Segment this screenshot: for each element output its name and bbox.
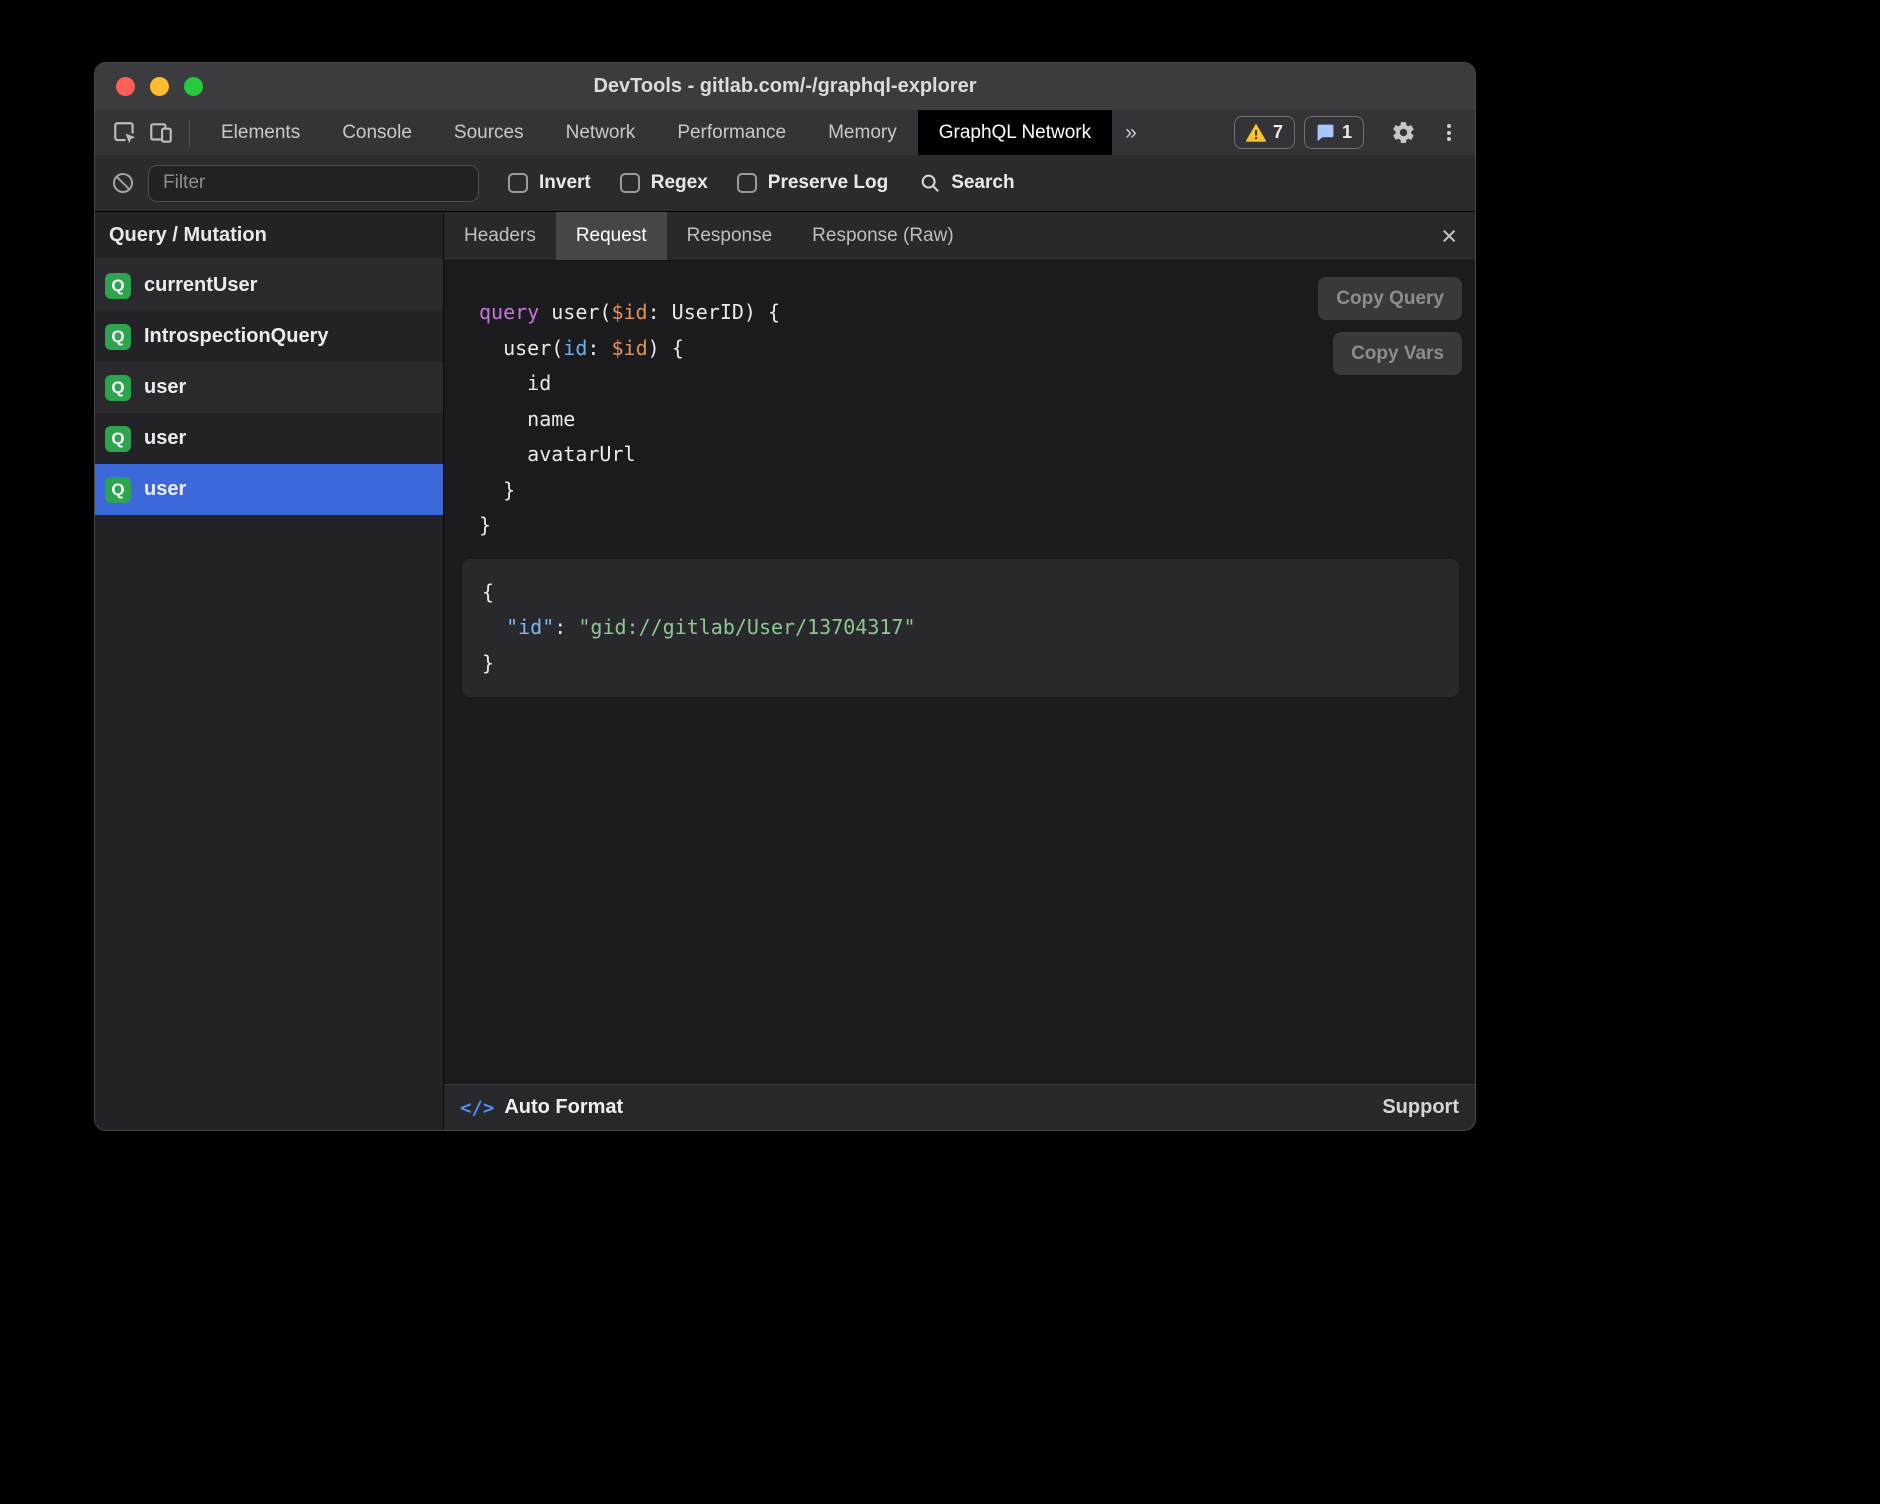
graphql-query-code: query user($id: UserID) { user(id: $id) … bbox=[462, 295, 1459, 544]
list-item-user-3-selected[interactable]: Q user bbox=[95, 464, 443, 515]
search-button[interactable]: Search bbox=[919, 172, 1014, 194]
query-sidebar: Query / Mutation Q currentUser Q Introsp… bbox=[95, 212, 444, 1130]
list-item-label: user bbox=[144, 427, 186, 450]
query-type-badge: Q bbox=[105, 426, 131, 452]
clear-requests-button[interactable] bbox=[111, 171, 135, 195]
tab-request[interactable]: Request bbox=[556, 212, 667, 260]
devtools-toolbar: Elements Console Sources Network Perform… bbox=[95, 110, 1475, 155]
close-detail-icon[interactable]: × bbox=[1441, 223, 1457, 250]
list-item-user-2[interactable]: Q user bbox=[95, 413, 443, 464]
tab-headers[interactable]: Headers bbox=[444, 212, 556, 260]
query-type-badge: Q bbox=[105, 324, 131, 350]
issues-count: 1 bbox=[1342, 122, 1352, 143]
toolbar-right-cluster: 7 1 bbox=[1234, 116, 1475, 149]
sidebar-header: Query / Mutation bbox=[95, 212, 443, 260]
regex-label: Regex bbox=[651, 172, 708, 194]
auto-format-label: Auto Format bbox=[504, 1096, 623, 1119]
tab-console[interactable]: Console bbox=[321, 110, 433, 155]
tab-response-raw[interactable]: Response (Raw) bbox=[792, 212, 974, 260]
query-variables-box: { "id": "gid://gitlab/User/13704317"} bbox=[462, 559, 1459, 698]
issues-badge[interactable]: 1 bbox=[1304, 116, 1364, 149]
list-item-label: currentUser bbox=[144, 274, 257, 297]
toolbar-divider bbox=[189, 120, 190, 146]
support-link[interactable]: Support bbox=[1382, 1096, 1459, 1119]
more-options-icon[interactable] bbox=[1441, 118, 1457, 148]
tab-performance[interactable]: Performance bbox=[656, 110, 807, 155]
settings-button[interactable] bbox=[1391, 120, 1416, 145]
device-toolbar-button[interactable] bbox=[143, 115, 179, 151]
tab-response[interactable]: Response bbox=[667, 212, 793, 260]
list-item-user-1[interactable]: Q user bbox=[95, 362, 443, 413]
warnings-badge[interactable]: 7 bbox=[1234, 116, 1295, 149]
query-type-badge: Q bbox=[105, 375, 131, 401]
window-title: DevTools - gitlab.com/-/graphql-explorer bbox=[95, 63, 1475, 110]
detail-footer: </> Auto Format Support bbox=[444, 1084, 1475, 1130]
filter-input[interactable] bbox=[148, 165, 479, 202]
block-circle-icon bbox=[111, 171, 135, 195]
code-brackets-icon: </> bbox=[460, 1097, 494, 1119]
preserve-log-checkbox-group: Preserve Log bbox=[737, 172, 888, 194]
regex-checkbox-group: Regex bbox=[620, 172, 708, 194]
detail-panel: Headers Request Response Response (Raw) … bbox=[444, 212, 1475, 1130]
list-item-label: user bbox=[144, 478, 186, 501]
regex-checkbox[interactable] bbox=[620, 173, 640, 193]
query-type-badge: Q bbox=[105, 273, 131, 299]
tab-graphql-network[interactable]: GraphQL Network bbox=[918, 110, 1112, 155]
search-icon bbox=[919, 172, 941, 194]
devtools-window: DevTools - gitlab.com/-/graphql-explorer… bbox=[95, 63, 1475, 1130]
preserve-log-label: Preserve Log bbox=[768, 172, 888, 194]
tab-sources[interactable]: Sources bbox=[433, 110, 545, 155]
warning-count: 7 bbox=[1273, 122, 1283, 143]
inspect-element-button[interactable] bbox=[107, 115, 143, 151]
copy-buttons: Copy Query Copy Vars bbox=[1318, 277, 1462, 375]
inspect-cursor-icon bbox=[112, 120, 138, 146]
list-item-introspectionquery[interactable]: Q IntrospectionQuery bbox=[95, 311, 443, 362]
search-label: Search bbox=[951, 172, 1014, 194]
tab-memory[interactable]: Memory bbox=[807, 110, 918, 155]
warning-triangle-icon bbox=[1246, 124, 1266, 142]
invert-checkbox-group: Invert bbox=[508, 172, 591, 194]
copy-query-button[interactable]: Copy Query bbox=[1318, 277, 1462, 320]
request-detail-body: Copy Query Copy Vars query user($id: Use… bbox=[444, 261, 1475, 1084]
list-item-currentuser[interactable]: Q currentUser bbox=[95, 260, 443, 311]
query-list: Q currentUser Q IntrospectionQuery Q use… bbox=[95, 260, 443, 1130]
more-tabs-button[interactable]: » bbox=[1112, 121, 1150, 145]
list-item-label: user bbox=[144, 376, 186, 399]
list-item-label: IntrospectionQuery bbox=[144, 325, 328, 348]
detail-tab-bar: Headers Request Response Response (Raw) … bbox=[444, 212, 1475, 261]
content-area: Query / Mutation Q currentUser Q Introsp… bbox=[95, 212, 1475, 1130]
device-toolbar-icon bbox=[148, 120, 174, 146]
preserve-log-checkbox[interactable] bbox=[737, 173, 757, 193]
message-bubble-icon bbox=[1316, 123, 1335, 142]
copy-vars-button[interactable]: Copy Vars bbox=[1333, 332, 1462, 375]
gear-icon bbox=[1391, 120, 1416, 145]
invert-label: Invert bbox=[539, 172, 591, 194]
tab-network[interactable]: Network bbox=[545, 110, 657, 155]
auto-format-toggle[interactable]: </> Auto Format bbox=[460, 1096, 623, 1119]
query-type-badge: Q bbox=[105, 477, 131, 503]
filter-bar: Invert Regex Preserve Log Search bbox=[95, 155, 1475, 212]
title-bar: DevTools - gitlab.com/-/graphql-explorer bbox=[95, 63, 1475, 110]
tab-elements[interactable]: Elements bbox=[200, 110, 321, 155]
invert-checkbox[interactable] bbox=[508, 173, 528, 193]
